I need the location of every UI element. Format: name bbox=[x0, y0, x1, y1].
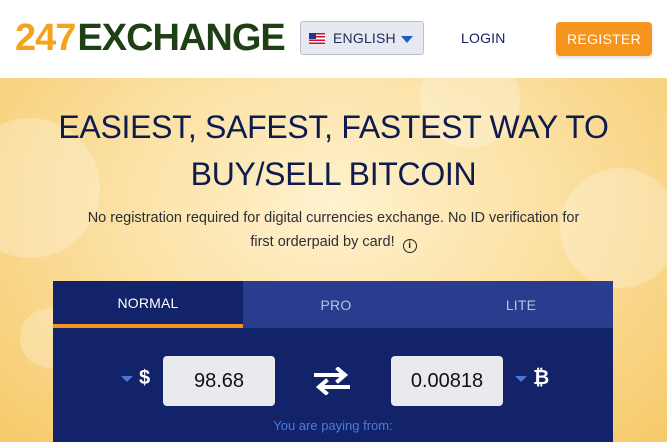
page-subtitle: No registration required for digital cur… bbox=[50, 206, 617, 254]
title-line-1: EASIEST, SAFEST, FASTEST WAY TO bbox=[58, 109, 609, 145]
logo-word: EXCHANGE bbox=[77, 17, 285, 59]
language-selector[interactable]: ENGLISH bbox=[300, 21, 424, 55]
info-icon[interactable]: i bbox=[402, 239, 417, 253]
register-button[interactable]: REGISTER bbox=[556, 22, 652, 56]
to-currency-selector[interactable]: ₿ bbox=[515, 367, 549, 390]
subtitle-line-1: No registration required for digital cur… bbox=[87, 210, 580, 226]
exchange-tabs: NORMAL PRO LITE bbox=[53, 281, 613, 328]
tab-normal[interactable]: NORMAL bbox=[53, 281, 243, 328]
language-label: ENGLISH bbox=[333, 30, 396, 46]
dollar-icon: $ bbox=[139, 367, 151, 389]
site-header: 247 EXCHANGE ENGLISH LOGIN REGISTER bbox=[0, 0, 667, 78]
title-line-2: BUY/SELL BITCOIN bbox=[190, 156, 477, 192]
chevron-down-icon bbox=[121, 375, 133, 382]
logo-number: 247 bbox=[15, 17, 76, 59]
bitcoin-icon: ₿ bbox=[533, 367, 550, 389]
login-link[interactable]: LOGIN bbox=[461, 30, 506, 46]
chevron-down-icon bbox=[515, 375, 527, 382]
from-currency-selector[interactable]: $ bbox=[121, 367, 150, 390]
site-logo[interactable]: 247 EXCHANGE bbox=[15, 16, 286, 60]
chevron-down-icon bbox=[401, 36, 413, 43]
subtitle-line-2-wrap: first orderpaid by card! i bbox=[50, 230, 617, 254]
swap-icon[interactable] bbox=[312, 367, 352, 395]
tab-pro[interactable]: PRO bbox=[243, 281, 429, 328]
from-amount-input[interactable] bbox=[163, 356, 275, 406]
us-flag-icon bbox=[309, 32, 325, 44]
exchange-widget: NORMAL PRO LITE $ ₿ You are paying from: bbox=[53, 281, 613, 442]
page-title: EASIEST, SAFEST, FASTEST WAY TO BUY/SELL… bbox=[40, 104, 627, 198]
hero-section: EASIEST, SAFEST, FASTEST WAY TO BUY/SELL… bbox=[0, 78, 667, 442]
to-amount-input[interactable] bbox=[391, 356, 503, 406]
tab-lite[interactable]: LITE bbox=[429, 281, 613, 328]
subtitle-line-2: first orderpaid by card! bbox=[250, 234, 395, 250]
paying-from-label: You are paying from: bbox=[273, 418, 393, 433]
